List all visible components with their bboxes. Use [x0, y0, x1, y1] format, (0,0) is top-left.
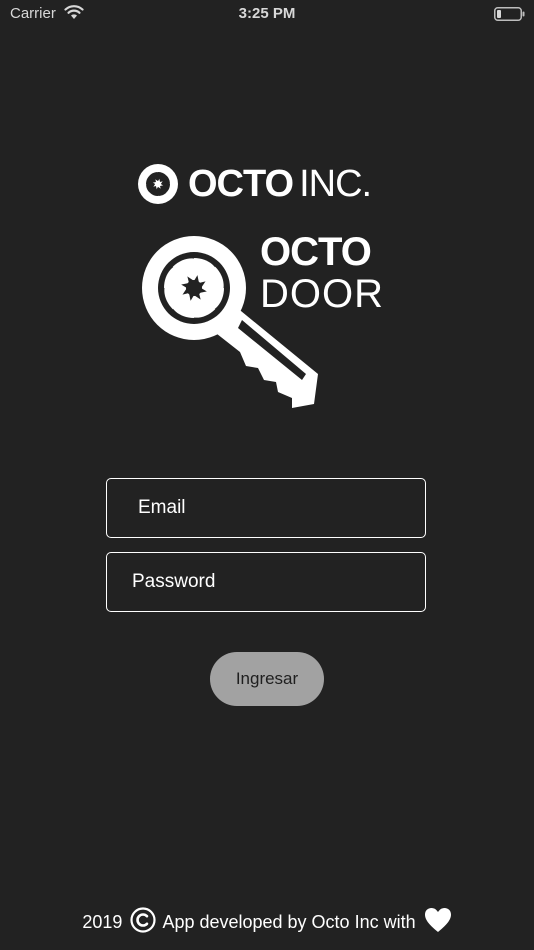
email-field[interactable]: [106, 478, 426, 538]
app-name-line2: DOOR: [260, 272, 384, 316]
status-bar: Carrier 3:25 PM: [0, 0, 534, 28]
company-name-light: INC.: [299, 163, 372, 205]
copyright-icon: [130, 906, 157, 938]
app-name-line1: OCTO: [260, 230, 372, 274]
battery-icon: [494, 7, 526, 26]
footer: 2019 App developed by Octo Inc with: [0, 906, 534, 938]
company-logo: OCTO INC.: [138, 163, 398, 205]
login-button[interactable]: Ingresar: [210, 652, 324, 706]
app-name: OCTO DOOR: [260, 232, 410, 314]
footer-year: 2019: [82, 911, 123, 932]
password-field[interactable]: [106, 552, 426, 612]
footer-text: App developed by Octo Inc with: [162, 911, 416, 932]
company-name: OCTO INC.: [188, 163, 372, 205]
status-time: 3:25 PM: [238, 5, 296, 22]
octo-aperture-icon: [138, 164, 178, 204]
heart-icon: [424, 907, 452, 938]
company-name-bold: OCTO: [188, 163, 294, 205]
